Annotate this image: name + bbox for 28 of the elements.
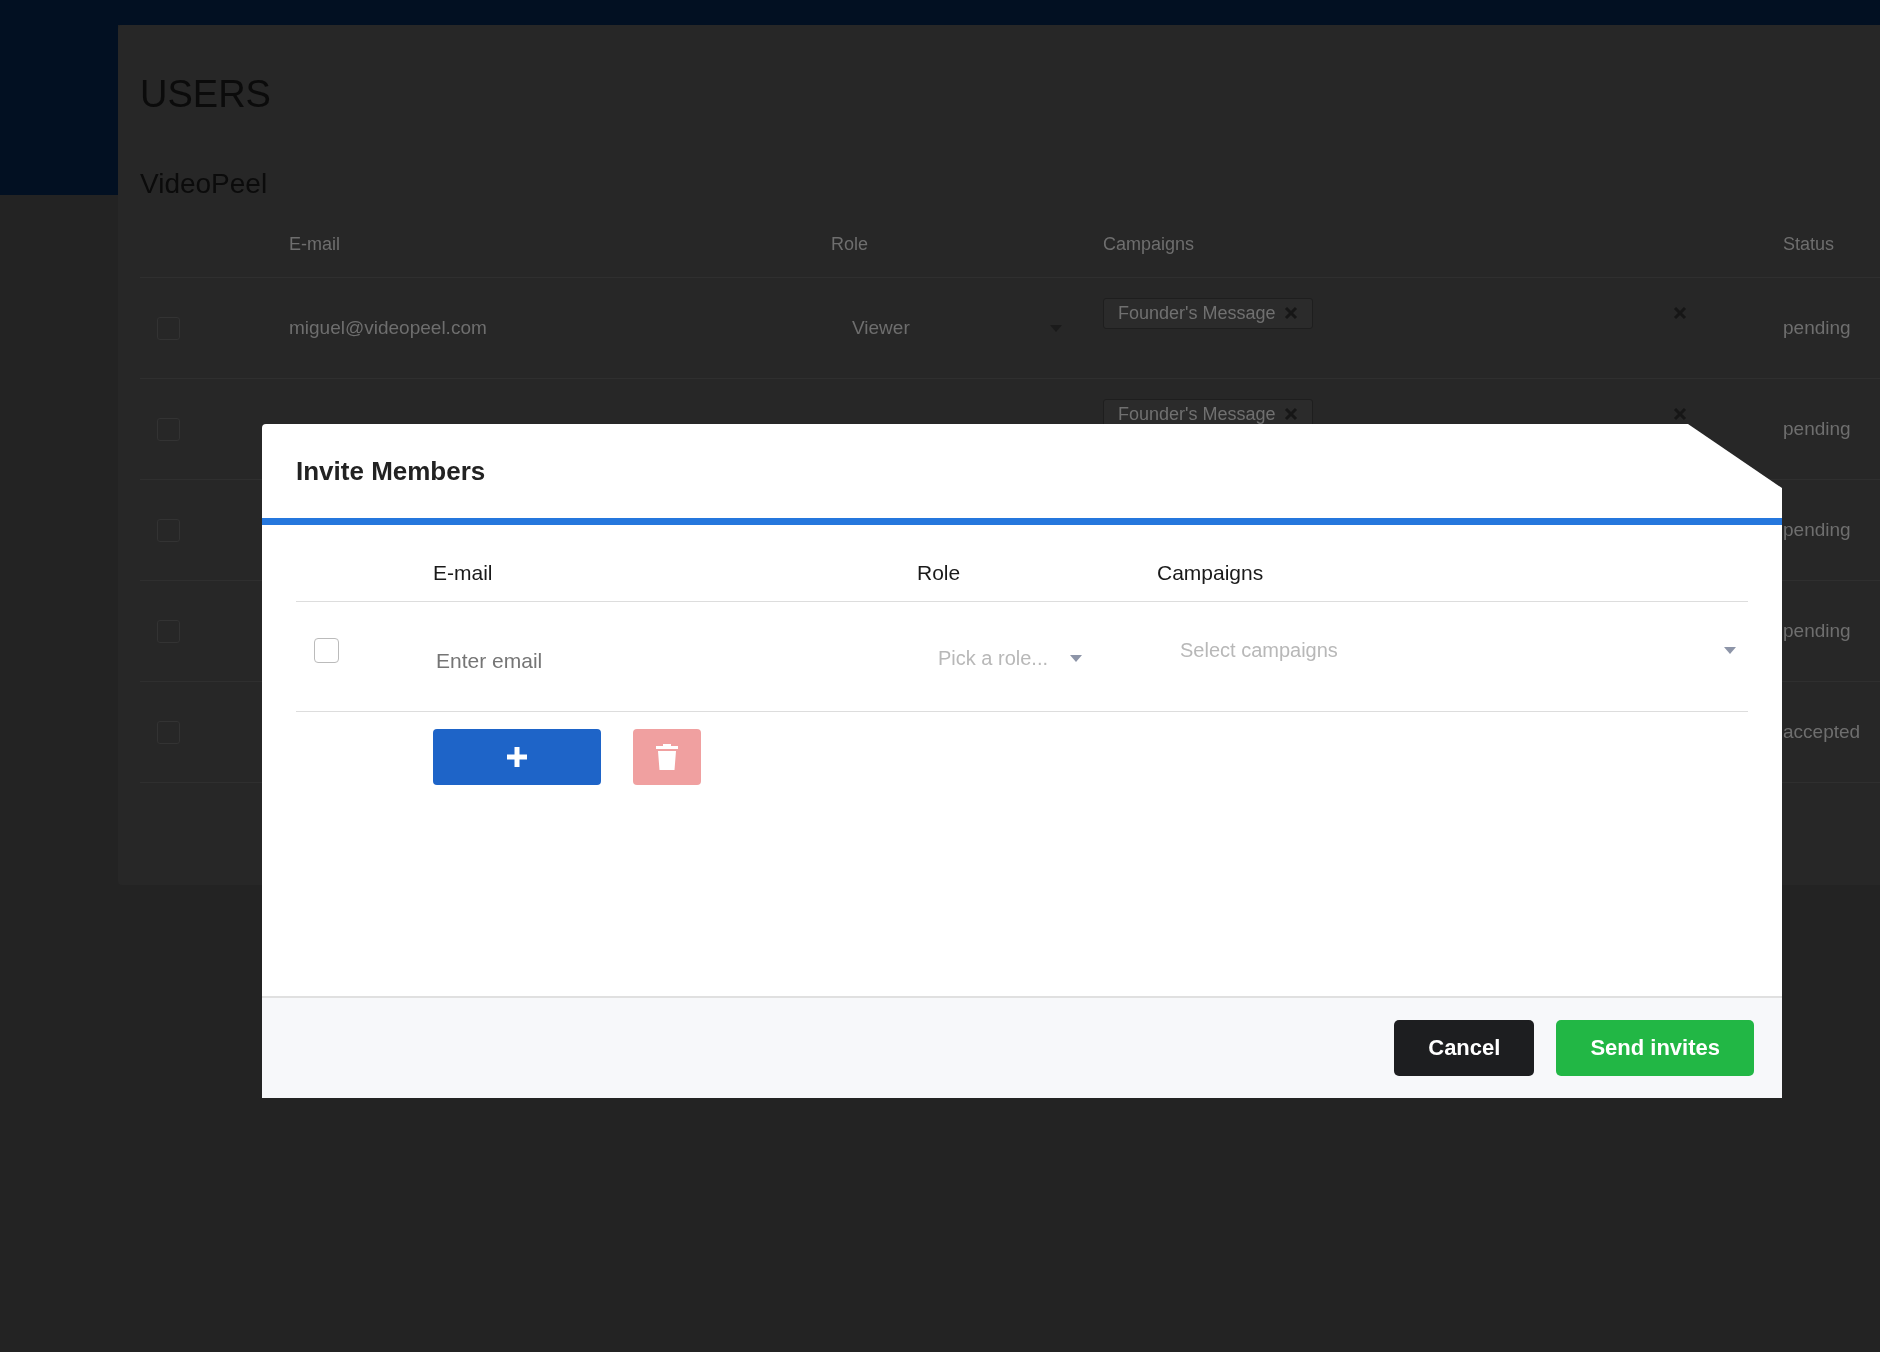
- column-header: Campaigns: [1157, 561, 1264, 584]
- role-select[interactable]: Pick a role...: [917, 647, 1083, 670]
- column-header: Role: [831, 234, 869, 254]
- status-text: pending: [1783, 519, 1851, 541]
- role-select[interactable]: Viewer: [852, 317, 1062, 339]
- status-text: accepted: [1783, 721, 1861, 743]
- column-header: Campaigns: [1103, 234, 1195, 254]
- delete-button[interactable]: [633, 729, 701, 785]
- campaigns-select[interactable]: Select campaigns: [1157, 639, 1736, 662]
- trash-icon: [656, 744, 678, 770]
- dialog-title: Invite Members: [296, 455, 486, 487]
- cancel-button[interactable]: Cancel: [1394, 1020, 1535, 1076]
- email-text: miguel@videopeel.com: [289, 317, 487, 339]
- status-text: pending: [1783, 418, 1851, 440]
- status-text: pending: [1783, 620, 1851, 642]
- column-header: Status: [1783, 234, 1835, 254]
- plus-icon: [505, 745, 529, 769]
- checkbox[interactable]: [314, 638, 339, 663]
- send-button[interactable]: Send invites: [1556, 1020, 1754, 1076]
- campaign-tag: Founder's Message: [1103, 297, 1313, 329]
- column-header: Role: [917, 561, 961, 584]
- caret-icon: [1070, 655, 1083, 662]
- column-header: E-mail: [289, 234, 340, 254]
- add-button[interactable]: [433, 729, 601, 785]
- column-header: E-mail: [433, 561, 493, 584]
- status-text: pending: [1783, 317, 1851, 339]
- email-field[interactable]: Enter email: [433, 648, 839, 673]
- caret-icon: [1724, 647, 1736, 654]
